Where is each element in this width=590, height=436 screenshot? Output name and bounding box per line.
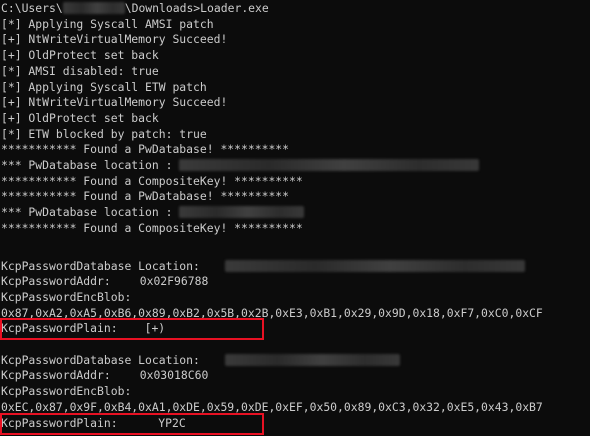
output-line: *********** Found a PwDatabase! ********… [1, 142, 290, 157]
password-highlight-box [0, 412, 264, 435]
output-line: [+] NtWriteVirtualMemory Succeed! [1, 32, 228, 47]
redacted-path [179, 159, 480, 171]
kcp-addr-value: 0x02F96788 [139, 274, 209, 289]
kcp-addr-label: KcpPasswordAddr: [1, 368, 111, 383]
output-line: [+] OldProtect set back [1, 110, 159, 125]
kcp-encblob-label: KcpPasswordEncBlob: [1, 384, 132, 399]
output-line: *** PwDatabase location : [1, 157, 480, 173]
redacted-path [224, 353, 400, 366]
password-highlight-box [0, 318, 264, 340]
kcp-addr-value: 0x03018C60 [139, 368, 209, 383]
kcp-addr-line: KcpPasswordAddr: 0x03018C60 [1, 367, 208, 383]
kcp-encblob-label: KcpPasswordEncBlob: [1, 289, 132, 304]
pwdatabase-location-label: *** PwDatabase location : [1, 205, 180, 220]
redacted-path [224, 259, 525, 272]
output-line: [+] OldProtect set back [1, 48, 159, 63]
output-line: [*] Applying Syscall AMSI patch [1, 16, 214, 31]
output-line: [*] Applying Syscall ETW patch [1, 79, 207, 94]
output-line: *********** Found a CompositeKey! ******… [1, 220, 303, 235]
kcp-database-location-line: KcpPasswordDatabase Location: [1, 352, 400, 368]
redacted-username [62, 2, 125, 14]
redacted-path [179, 206, 305, 219]
kcp-addr-label: KcpPasswordAddr: [1, 274, 111, 289]
console-window[interactable]: C:\Users\ \Downloads>Loader.exe [*] Apply… [0, 0, 590, 436]
kcp-database-location-line: KcpPasswordDatabase Location: [1, 258, 525, 274]
pwdatabase-location-label: *** PwDatabase location : [1, 158, 180, 172]
kcp-database-location-label: KcpPasswordDatabase Location: [1, 258, 200, 273]
kcp-addr-line: KcpPasswordAddr: 0x02F96788 [1, 273, 208, 289]
output-line: [*] ETW blocked by patch: true [1, 126, 207, 141]
output-line: [+] NtWriteVirtualMemory Succeed! [1, 95, 228, 110]
command-prompt: C:\Users\ \Downloads>Loader.exe [1, 0, 269, 16]
output-line: *********** Found a CompositeKey! ******… [1, 173, 303, 188]
output-line: [*] AMSI disabled: true [1, 63, 159, 78]
output-line: *** PwDatabase location : [1, 204, 305, 220]
kcp-database-location-label: KcpPasswordDatabase Location: [1, 352, 200, 367]
prompt-prefix: C:\Users\ [1, 1, 63, 15]
output-line: *********** Found a PwDatabase! ********… [1, 189, 290, 204]
prompt-command: \Downloads>Loader.exe [124, 1, 269, 15]
